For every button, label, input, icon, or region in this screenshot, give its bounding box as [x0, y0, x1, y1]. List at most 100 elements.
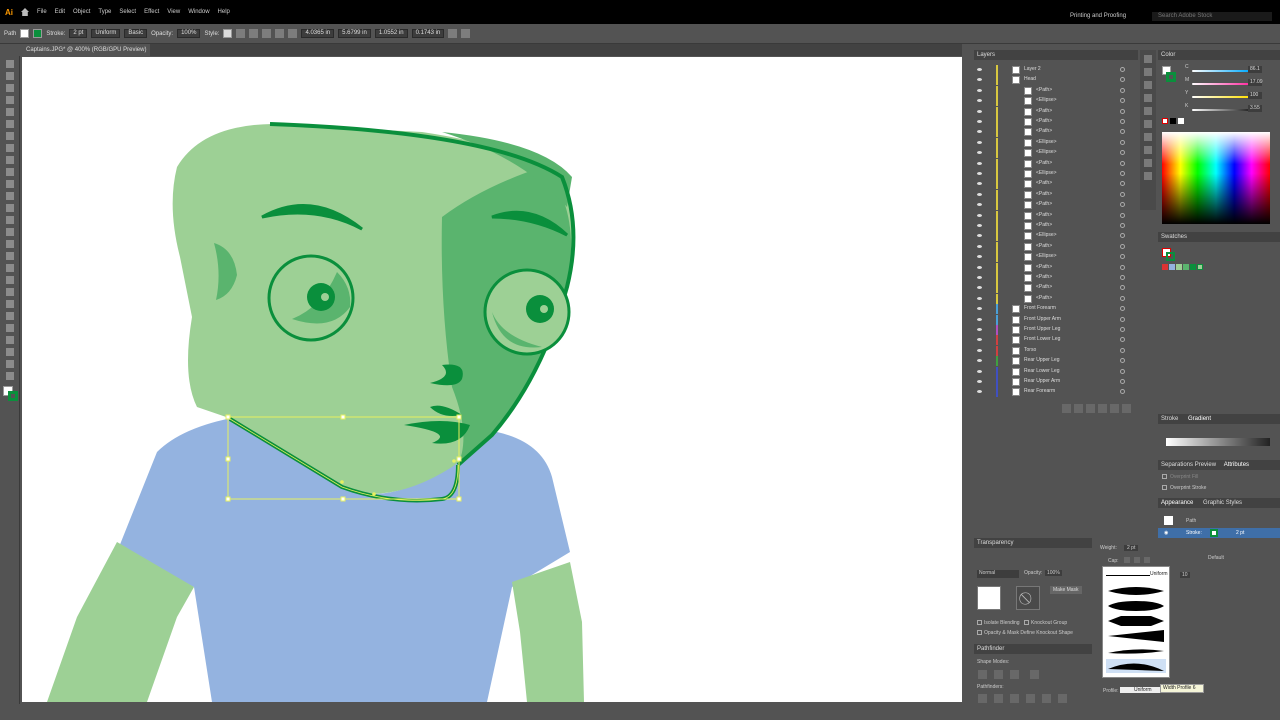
layer-row[interactable]: Rear Forearm [974, 387, 1138, 398]
layer-row[interactable]: <Ellipse> [974, 137, 1138, 148]
visibility-eye-icon[interactable] [977, 120, 982, 123]
profile-uniform-option[interactable]: Uniform [1106, 569, 1168, 583]
target-circle-icon[interactable] [1120, 139, 1125, 145]
visibility-eye-icon[interactable] [977, 265, 982, 269]
target-circle-icon[interactable] [1120, 379, 1125, 384]
blend-tool-icon[interactable] [6, 300, 14, 308]
document-tab[interactable]: Captains.JPG* @ 400% (RGB/GPU Preview) [22, 44, 150, 56]
separations-tab[interactable]: Separations Preview [1161, 462, 1216, 468]
appearance-tab[interactable]: Appearance [1161, 500, 1193, 506]
knockout-group-checkbox[interactable] [1024, 620, 1029, 625]
perspective-tool-icon[interactable] [6, 252, 14, 260]
layer-row[interactable]: <Ellipse> [974, 169, 1138, 179]
hand-tool-icon[interactable] [6, 360, 14, 368]
mesh-tool-icon[interactable] [6, 264, 14, 272]
align-right-icon[interactable] [288, 29, 298, 38]
target-circle-icon[interactable] [1120, 129, 1125, 135]
channel-slider[interactable] [1192, 96, 1250, 98]
anchor-point[interactable] [225, 496, 231, 502]
swatch-stroke[interactable] [1166, 252, 1175, 261]
swatch-red[interactable] [1162, 264, 1168, 270]
layer-row[interactable]: Rear Lower Leg [974, 366, 1138, 377]
minus-front-icon[interactable] [994, 670, 1003, 679]
layers-tab[interactable]: Layers [974, 50, 1138, 60]
anchor-point[interactable] [456, 414, 462, 420]
layer-row[interactable]: <Ellipse> [974, 231, 1138, 242]
stroke-profile-select[interactable]: Uniform [1120, 687, 1160, 693]
stroke-box[interactable] [8, 391, 18, 401]
round-cap-icon[interactable] [1134, 557, 1140, 563]
transparency-tab[interactable]: Transparency [974, 538, 1092, 548]
visibility-eye-icon[interactable] [977, 338, 982, 342]
width-profile-6-option[interactable] [1106, 659, 1166, 673]
links-icon[interactable] [1144, 107, 1152, 115]
align-left-icon[interactable] [262, 29, 272, 38]
target-circle-icon[interactable] [1120, 275, 1125, 280]
visibility-eye-icon[interactable] [977, 224, 982, 227]
miter-limit-field[interactable]: 10 [1180, 572, 1190, 578]
channel-value[interactable]: 86.1 [1248, 66, 1262, 73]
target-circle-icon[interactable] [1120, 347, 1125, 353]
channel-slider[interactable] [1192, 83, 1250, 85]
menu-effect[interactable]: Effect [144, 9, 159, 15]
blend-mode-select[interactable]: Normal [977, 570, 1019, 578]
minus-back-icon[interactable] [1058, 694, 1067, 703]
target-circle-icon[interactable] [1120, 243, 1125, 249]
visibility-eye-icon[interactable] [977, 99, 982, 103]
x-field[interactable]: 4.0365 in [301, 29, 335, 38]
target-circle-icon[interactable] [1120, 108, 1125, 114]
y-field[interactable]: 5.6799 in [338, 29, 371, 38]
visibility-eye-icon[interactable] [977, 109, 982, 113]
style-swatch[interactable] [223, 29, 233, 38]
anchor-point[interactable] [225, 414, 231, 420]
layer-row[interactable]: <Path> [974, 293, 1138, 304]
locate-object-icon[interactable] [1074, 404, 1083, 413]
graphic-styles-icon[interactable] [1144, 159, 1152, 167]
crop-icon[interactable] [1026, 694, 1035, 703]
width-profile-3-option[interactable] [1106, 614, 1166, 628]
new-sublayer-icon[interactable] [1098, 404, 1107, 413]
appearance-eye-icon[interactable]: ◉ [1164, 530, 1168, 536]
white-swatch[interactable] [1178, 118, 1184, 124]
visibility-eye-icon[interactable] [977, 213, 982, 217]
right-eye-glint[interactable] [540, 305, 548, 313]
variable-width-profile[interactable]: Uniform [91, 29, 121, 38]
line-tool-icon[interactable] [6, 132, 14, 140]
artboard-tool-icon[interactable] [6, 336, 14, 344]
direct-selection-tool-icon[interactable] [6, 72, 14, 80]
swatch-selected[interactable] [1197, 264, 1203, 270]
visibility-eye-icon[interactable] [977, 234, 982, 238]
visibility-eye-icon[interactable] [977, 296, 982, 300]
layer-row[interactable]: <Path> [974, 262, 1138, 273]
menu-edit[interactable]: Edit [55, 9, 65, 15]
visibility-eye-icon[interactable] [977, 286, 982, 290]
target-circle-icon[interactable] [1120, 285, 1125, 291]
visibility-eye-icon[interactable] [977, 317, 982, 321]
exclude-icon[interactable] [1030, 670, 1039, 679]
properties-icon[interactable] [1144, 94, 1152, 102]
target-circle-icon[interactable] [1120, 181, 1125, 187]
opacity-field[interactable]: 100% [177, 29, 201, 38]
trash-icon[interactable] [1122, 404, 1131, 413]
target-circle-icon[interactable] [1120, 212, 1125, 218]
layer-row[interactable]: <Path> [974, 117, 1138, 127]
visibility-eye-icon[interactable] [977, 244, 982, 248]
target-circle-icon[interactable] [1120, 98, 1125, 104]
clipping-mask-icon[interactable] [1086, 404, 1095, 413]
opacity-mask-checkbox[interactable] [977, 630, 982, 635]
layer-row[interactable]: Head [974, 75, 1138, 86]
width-profile-4-option[interactable] [1106, 629, 1166, 643]
layer-row[interactable]: Rear Upper Leg [974, 356, 1138, 367]
visibility-eye-icon[interactable] [977, 369, 982, 373]
anchor-point[interactable] [340, 496, 346, 502]
brush-definition[interactable]: Basic [124, 29, 148, 38]
scale-tool-icon[interactable] [6, 204, 14, 212]
layer-row[interactable]: <Ellipse> [974, 96, 1138, 107]
unite-icon[interactable] [978, 670, 987, 679]
visibility-eye-icon[interactable] [977, 78, 982, 82]
color-spectrum[interactable] [1162, 132, 1270, 224]
visibility-eye-icon[interactable] [977, 307, 982, 311]
target-circle-icon[interactable] [1120, 264, 1125, 270]
projecting-cap-icon[interactable] [1144, 557, 1150, 563]
target-circle-icon[interactable] [1120, 160, 1125, 166]
